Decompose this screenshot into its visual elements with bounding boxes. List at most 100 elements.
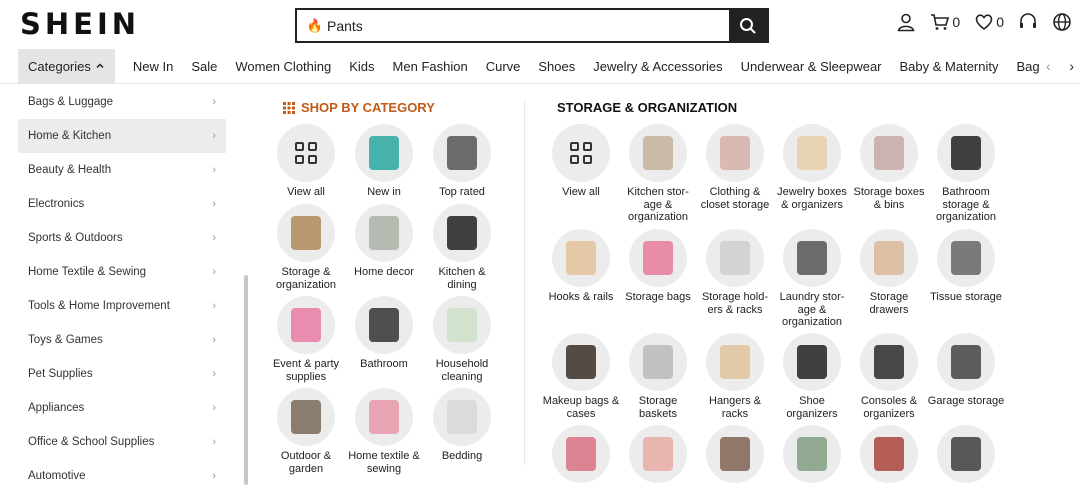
wishlist-button[interactable]: 0 bbox=[974, 12, 1004, 32]
sidebar-item[interactable]: Electronics › bbox=[18, 187, 226, 221]
sidebar-item[interactable]: Bags & Luggage › bbox=[18, 85, 226, 119]
chevron-right-icon: › bbox=[212, 436, 216, 448]
sidebar-item-label: Electronics bbox=[28, 198, 85, 210]
nav-item[interactable]: Jewelry & Accessories bbox=[593, 59, 722, 74]
cart-button[interactable]: 0 bbox=[930, 12, 960, 32]
sidebar-item[interactable]: Appliances › bbox=[18, 391, 226, 425]
shop-category-tile[interactable]: Home decor bbox=[345, 204, 423, 279]
category-thumbnail bbox=[433, 388, 491, 446]
shop-category-tile[interactable]: Home textile & sewing bbox=[345, 388, 423, 475]
storage-tile-label: Hangers & racks bbox=[709, 395, 761, 420]
account-icon[interactable] bbox=[896, 12, 916, 32]
shop-category-tile-label: Home textile & sewing bbox=[348, 450, 420, 475]
section-divider bbox=[524, 100, 525, 465]
storage-tile[interactable] bbox=[542, 425, 620, 483]
support-headset-icon[interactable] bbox=[1018, 12, 1038, 32]
storage-tile[interactable]: Clothing & closet storage bbox=[696, 124, 774, 211]
cart-count: 0 bbox=[952, 14, 961, 30]
category-thumbnail bbox=[860, 333, 918, 391]
nav-item[interactable]: Kids bbox=[349, 59, 374, 74]
category-thumbnail bbox=[355, 124, 413, 182]
storage-tile[interactable] bbox=[773, 425, 851, 483]
storage-tile[interactable]: Tissue storage bbox=[927, 229, 1005, 304]
storage-tile[interactable] bbox=[619, 425, 697, 483]
chevron-right-icon: › bbox=[212, 470, 216, 482]
sidebar-item[interactable]: Home Textile & Sewing › bbox=[18, 255, 226, 289]
globe-icon[interactable] bbox=[1052, 12, 1072, 32]
storage-tile[interactable] bbox=[696, 425, 774, 483]
storage-tile[interactable]: Storage hold- ers & racks bbox=[696, 229, 774, 316]
storage-tile[interactable]: Shoe organizers bbox=[773, 333, 851, 420]
storage-tile[interactable]: Hangers & racks bbox=[696, 333, 774, 420]
storage-tile[interactable]: Kitchen stor- age & organization bbox=[619, 124, 697, 224]
storage-tile-label: Clothing & closet storage bbox=[700, 186, 770, 211]
nav-item[interactable]: Underwear & Sleepwear bbox=[741, 59, 882, 74]
sidebar-item[interactable]: Sports & Outdoors › bbox=[18, 221, 226, 255]
shop-category-tile[interactable]: Kitchen & dining bbox=[423, 204, 501, 291]
sidebar-item[interactable]: Beauty & Health › bbox=[18, 153, 226, 187]
storage-tile[interactable]: Storage baskets bbox=[619, 333, 697, 420]
sidebar-item[interactable]: Pet Supplies › bbox=[18, 357, 226, 391]
search-button[interactable] bbox=[729, 10, 767, 41]
shop-category-tile[interactable]: Bedding bbox=[423, 388, 501, 463]
category-thumbnail bbox=[552, 425, 610, 483]
storage-tile-label: Consoles & organizers bbox=[860, 395, 918, 420]
storage-tile[interactable]: Storage boxes & bins bbox=[850, 124, 928, 211]
storage-tile[interactable]: Laundry stor- age & organization bbox=[773, 229, 851, 329]
shop-category-tile[interactable]: Top rated bbox=[423, 124, 501, 199]
sidebar-item[interactable]: Home & Kitchen › bbox=[18, 119, 226, 153]
nav-next-icon[interactable]: › bbox=[1069, 58, 1074, 74]
storage-tile[interactable]: View all bbox=[542, 124, 620, 199]
storage-tile[interactable]: Hooks & rails bbox=[542, 229, 620, 304]
chevron-right-icon: › bbox=[212, 96, 216, 108]
nav-item[interactable]: Shoes bbox=[538, 59, 575, 74]
storage-tile[interactable] bbox=[850, 425, 928, 483]
storage-tile[interactable]: Jewelry boxes & organizers bbox=[773, 124, 851, 211]
chevron-right-icon: › bbox=[212, 334, 216, 346]
category-thumbnail bbox=[277, 388, 335, 446]
storage-tile[interactable]: Makeup bags & cases bbox=[542, 333, 620, 420]
shop-category-tile[interactable]: Storage & organization bbox=[267, 204, 345, 291]
nav-item[interactable]: Men Fashion bbox=[393, 59, 468, 74]
storage-tile[interactable]: Bathroom storage & organization bbox=[927, 124, 1005, 224]
storage-tile[interactable]: Storage bags bbox=[619, 229, 697, 304]
shop-category-tile[interactable]: Outdoor & garden bbox=[267, 388, 345, 475]
sidebar-item[interactable]: Automotive › bbox=[18, 459, 226, 485]
nav-item[interactable]: Sale bbox=[191, 59, 217, 74]
chevron-right-icon: › bbox=[212, 368, 216, 380]
sidebar-item[interactable]: Toys & Games › bbox=[18, 323, 226, 357]
chevron-right-icon: › bbox=[212, 402, 216, 414]
storage-tile[interactable]: Consoles & organizers bbox=[850, 333, 928, 420]
storage-tile[interactable] bbox=[927, 425, 1005, 483]
chevron-right-icon: › bbox=[212, 130, 216, 142]
nav-prev-icon[interactable]: ‹ bbox=[1046, 58, 1051, 74]
sidebar-item-label: Beauty & Health bbox=[28, 164, 112, 176]
category-thumbnail bbox=[783, 124, 841, 182]
shop-category-tile[interactable]: View all bbox=[267, 124, 345, 199]
sidebar-item[interactable]: Office & School Supplies › bbox=[18, 425, 226, 459]
cart-icon bbox=[931, 14, 950, 30]
storage-tile[interactable]: Garage storage bbox=[927, 333, 1005, 408]
nav-item[interactable]: Women Clothing bbox=[235, 59, 331, 74]
shop-category-tile[interactable]: Household cleaning bbox=[423, 296, 501, 383]
header: SHEIN 🔥 0 0 bbox=[0, 0, 1080, 50]
nav-item[interactable]: Curve bbox=[486, 59, 521, 74]
shop-category-tile-label: Bathroom bbox=[360, 358, 408, 370]
sidebar-scrollbar[interactable] bbox=[244, 275, 248, 485]
chevron-right-icon: › bbox=[212, 198, 216, 210]
storage-tile-label: Bathroom storage & organization bbox=[936, 186, 996, 223]
shop-category-tile-label: Outdoor & garden bbox=[280, 450, 332, 475]
storage-tile-label: Makeup bags & cases bbox=[542, 395, 620, 420]
search-input[interactable] bbox=[327, 10, 729, 41]
shop-category-tile[interactable]: Event & party supplies bbox=[267, 296, 345, 383]
shop-category-tile-label: View all bbox=[287, 186, 325, 198]
storage-tile[interactable]: Storage drawers bbox=[850, 229, 928, 316]
sidebar-item[interactable]: Tools & Home Improvement › bbox=[18, 289, 226, 323]
categories-menu-button[interactable]: Categories bbox=[18, 48, 115, 84]
storage-tile-label: Shoe organizers bbox=[786, 395, 838, 420]
nav-item[interactable]: Baby & Maternity bbox=[900, 59, 999, 74]
brand-logo[interactable]: SHEIN bbox=[20, 7, 140, 41]
nav-item[interactable]: New In bbox=[133, 59, 173, 74]
shop-category-tile[interactable]: Bathroom bbox=[345, 296, 423, 371]
shop-category-tile[interactable]: New in bbox=[345, 124, 423, 199]
